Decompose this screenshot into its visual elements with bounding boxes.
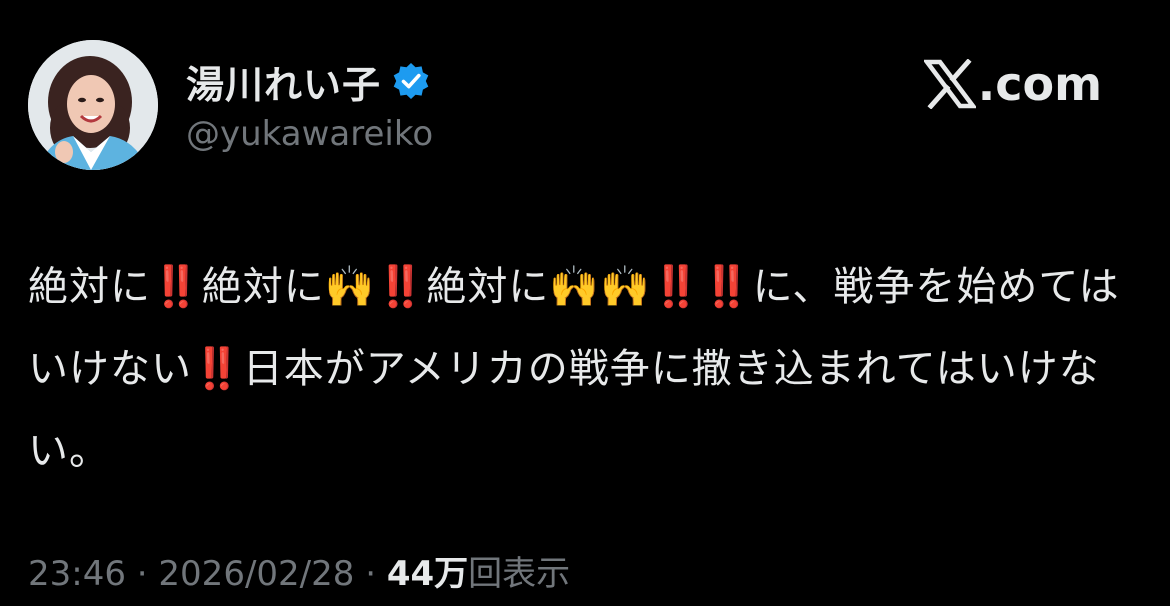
brand-watermark: .com <box>922 54 1102 114</box>
author-display-name[interactable]: 湯川れい子 <box>186 54 381 109</box>
tweet-meta: 23:46 · 2026/02/28 · 44万回表示 <box>28 546 570 595</box>
author-name-row[interactable]: 湯川れい子 <box>186 54 431 109</box>
tweet-date[interactable]: 2026/02/28 <box>158 554 354 594</box>
author-handle[interactable]: @yukawareiko <box>186 114 433 154</box>
x-logo-icon <box>922 58 978 110</box>
verified-badge-icon <box>391 61 431 101</box>
meta-separator-1: · <box>125 554 159 594</box>
avatar[interactable] <box>28 40 158 170</box>
tweet-text: 絶対に‼️絶対に🙌‼️絶対に🙌🙌‼️‼️に、戦争を始めてはいけない‼️日本がアメ… <box>28 264 1120 474</box>
views-count: 44万 <box>386 554 469 594</box>
avatar-photo-icon <box>28 40 158 170</box>
brand-domain-text: .com <box>977 57 1102 111</box>
meta-separator-2: · <box>354 554 387 594</box>
views-label: 回表示 <box>468 554 571 594</box>
tweet-time[interactable]: 23:46 <box>28 554 126 594</box>
